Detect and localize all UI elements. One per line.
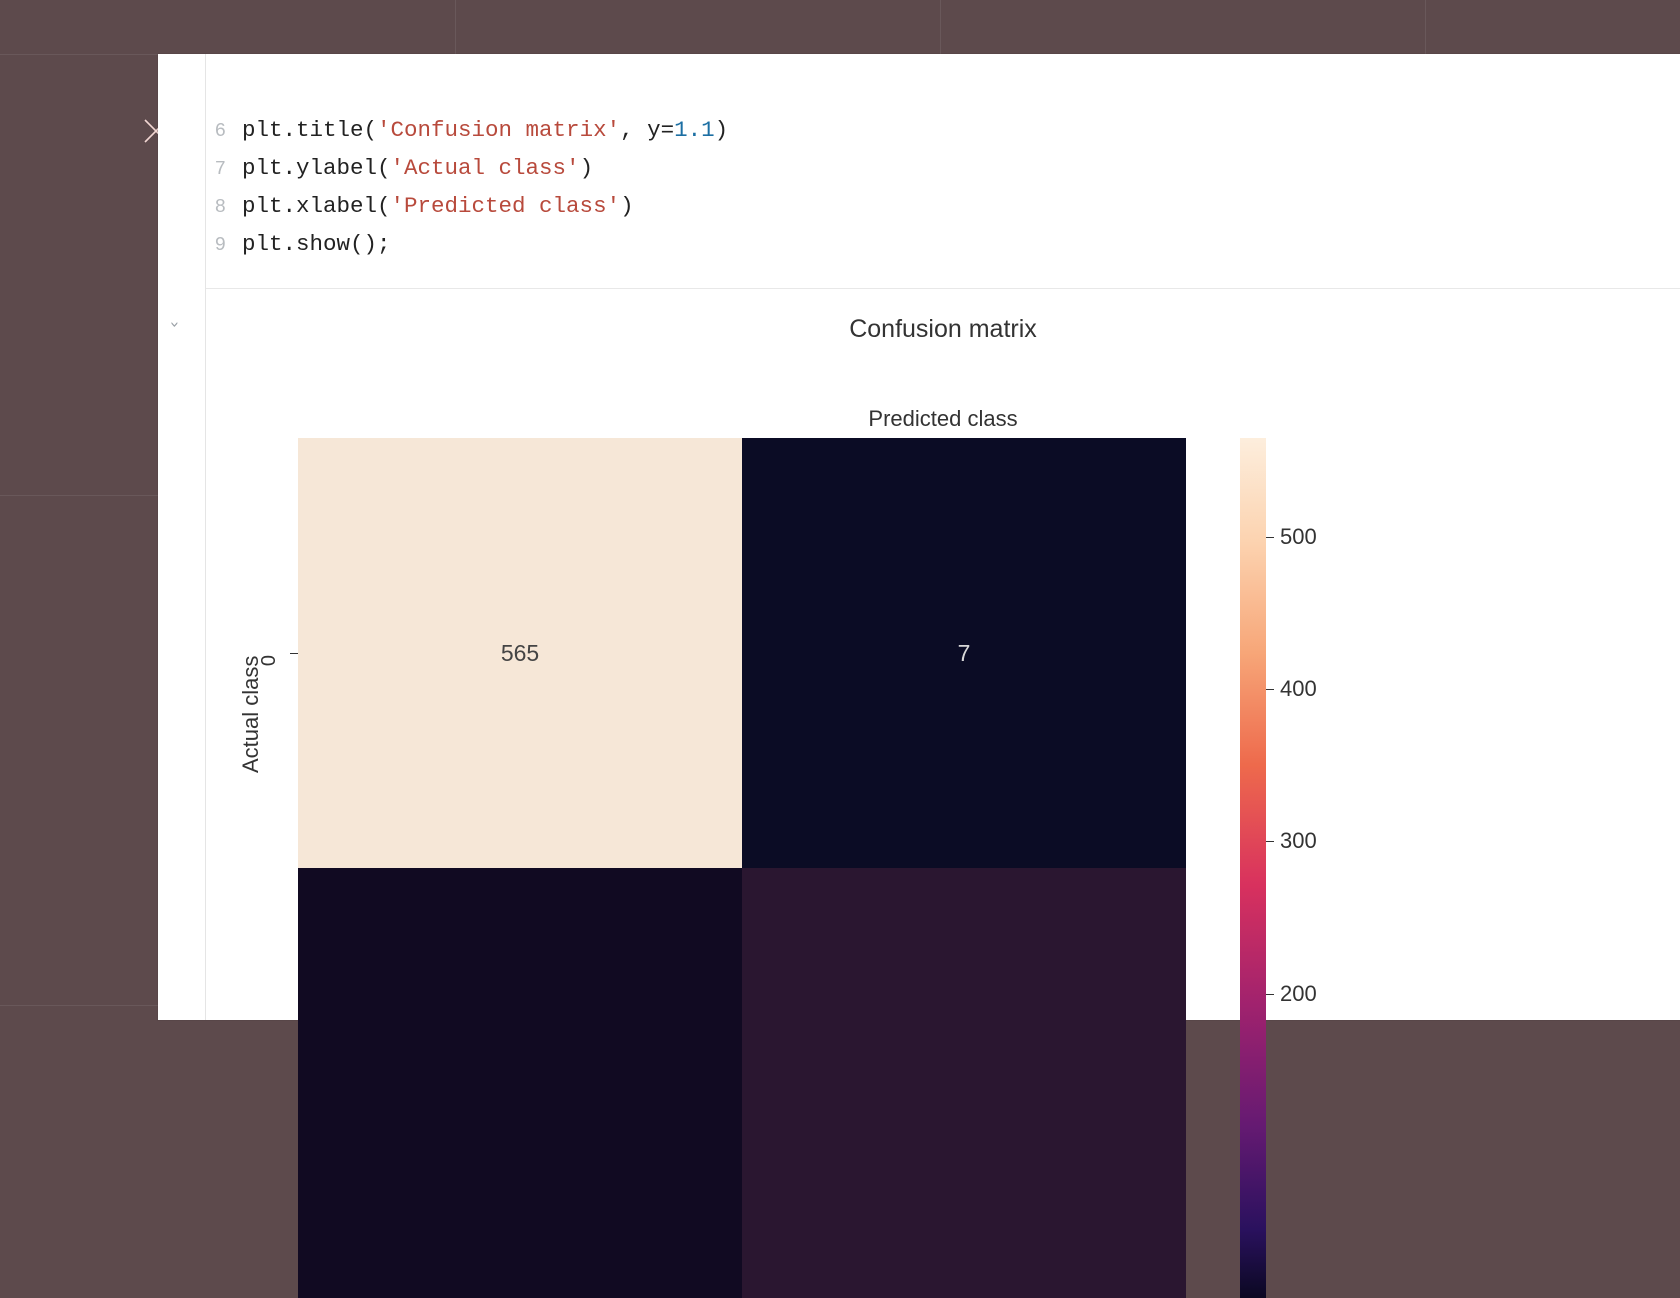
code-line: 9plt.show(); <box>206 226 1680 264</box>
code-text: plt.xlabel('Predicted class') <box>242 188 634 225</box>
heatmap-cell: 565 <box>298 438 742 868</box>
heatmap-cell <box>298 868 742 1298</box>
chart-ylabel: Actual class <box>238 656 264 773</box>
colorbar-tick-label: 400 <box>1280 676 1317 702</box>
code-line: 7plt.ylabel('Actual class') <box>206 150 1680 188</box>
heatmap-row: 5657 <box>298 438 1186 868</box>
colorbar-tick <box>1266 994 1274 995</box>
code-line: 8plt.xlabel('Predicted class') <box>206 188 1680 226</box>
chevron-down-icon[interactable]: › <box>167 322 184 328</box>
line-number: 9 <box>206 227 242 264</box>
colorbar <box>1240 438 1266 1298</box>
notebook-panel: › 6plt.title('Confusion matrix', y=1.1)7… <box>158 54 1680 1020</box>
code-line: 6plt.title('Confusion matrix', y=1.1) <box>206 112 1680 150</box>
line-number: 8 <box>206 189 242 226</box>
heatmap-cell <box>742 868 1186 1298</box>
code-text: plt.title('Confusion matrix', y=1.1) <box>242 112 728 149</box>
colorbar-tick <box>1266 841 1274 842</box>
chart-xlabel-top: Predicted class <box>206 406 1680 432</box>
chart-title: Confusion matrix <box>206 315 1680 344</box>
output-cell: Confusion matrix Predicted class Actual … <box>206 293 1680 1020</box>
code-text: plt.ylabel('Actual class') <box>242 150 593 187</box>
colorbar-tick-label: 200 <box>1280 981 1317 1007</box>
colorbar-tick <box>1266 537 1274 538</box>
line-number: 6 <box>206 113 242 150</box>
y-tick-label-0: 0 <box>258 655 281 666</box>
code-text: plt.show(); <box>242 226 391 263</box>
code-cell[interactable]: 6plt.title('Confusion matrix', y=1.1)7pl… <box>206 54 1680 289</box>
colorbar-tick-label: 300 <box>1280 828 1317 854</box>
cell-gutter: › <box>158 54 206 1020</box>
colorbar-tick-label: 500 <box>1280 524 1317 550</box>
heatmap-cell: 7 <box>742 438 1186 868</box>
line-number: 7 <box>206 151 242 188</box>
confusion-matrix-heatmap: 5657 <box>298 438 1186 1298</box>
heatmap-row <box>298 868 1186 1298</box>
colorbar-tick <box>1266 689 1274 690</box>
y-tick-mark <box>290 653 298 654</box>
